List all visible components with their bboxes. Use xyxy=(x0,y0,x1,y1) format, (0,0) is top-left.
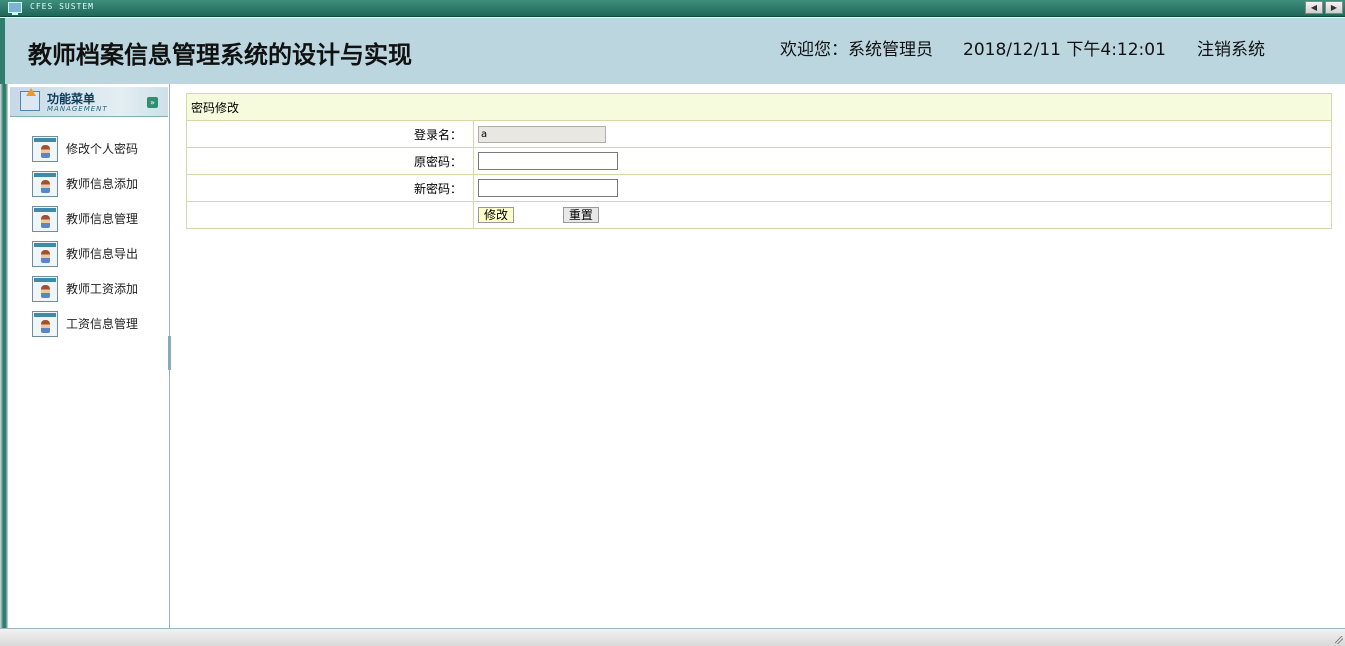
frame-edge xyxy=(0,84,8,629)
password-form: 密码修改 登录名： 原密码： 新密码： 修改 重置 xyxy=(186,93,1332,229)
login-name-field[interactable] xyxy=(478,125,606,143)
teacher-icon xyxy=(32,205,58,232)
current-datetime: 2018/12/11 下午4:12:01 xyxy=(963,40,1166,60)
submit-button[interactable]: 修改 xyxy=(478,207,515,223)
form-row: 登录名： xyxy=(186,120,1332,148)
sidebar-splitter[interactable] xyxy=(168,336,171,370)
old-password-label: 原密码： xyxy=(186,147,474,175)
page-header: 教师档案信息管理系统的设计与实现 欢迎您：系统管理员 2018/12/11 下午… xyxy=(0,18,1345,84)
teacher-icon xyxy=(32,135,58,162)
menu-item-label: 教师信息管理 xyxy=(66,212,139,226)
collapse-menu-icon[interactable]: » xyxy=(147,97,158,108)
arrow-right-icon[interactable]: ▶ xyxy=(1325,1,1343,14)
teacher-icon xyxy=(32,275,58,302)
arrow-left-icon[interactable]: ◀ xyxy=(1305,1,1323,14)
window-title-bar: CFES SUSTEM ◀ ▶ xyxy=(0,0,1345,17)
menu-header: 功能菜单 MANAGEMENT » xyxy=(10,87,168,117)
window-nav-arrows: ◀ ▶ xyxy=(1305,1,1343,14)
form-row: 原密码： xyxy=(186,147,1332,175)
form-row: 新密码： xyxy=(186,174,1332,202)
logout-link[interactable]: 注销系统 xyxy=(1197,35,1265,60)
menu-item-teacher-manage[interactable]: 教师信息管理 xyxy=(32,201,138,236)
sidebar: 功能菜单 MANAGEMENT » 修改个人密码 教师信息添加 教师信息管理 教… xyxy=(10,84,170,629)
old-password-field[interactable] xyxy=(478,152,618,170)
menu-item-label: 工资信息管理 xyxy=(66,317,139,331)
menu-item-label: 教师信息添加 xyxy=(66,177,139,191)
teacher-icon xyxy=(32,170,58,197)
main-content: 密码修改 登录名： 原密码： 新密码： 修改 重置 xyxy=(186,93,1332,229)
menu-subtitle: MANAGEMENT xyxy=(47,105,108,113)
menu-item-label: 修改个人密码 xyxy=(66,142,139,156)
teacher-icon xyxy=(32,310,58,337)
login-name-label: 登录名： xyxy=(186,120,474,148)
menu-home-icon xyxy=(20,88,40,111)
login-name-cell xyxy=(473,120,1332,148)
resize-grip-icon[interactable] xyxy=(1335,636,1343,644)
status-bar xyxy=(0,628,1345,646)
welcome-text: 欢迎您：系统管理员 xyxy=(780,40,933,60)
new-password-cell xyxy=(473,174,1332,202)
menu-item-change-password[interactable]: 修改个人密码 xyxy=(32,131,138,166)
menu-item-label: 教师信息导出 xyxy=(66,247,139,261)
new-password-label: 新密码： xyxy=(186,174,474,202)
menu-list: 修改个人密码 教师信息添加 教师信息管理 教师信息导出 教师工资添加 工资信息管… xyxy=(32,131,138,341)
new-password-field[interactable] xyxy=(478,179,618,197)
menu-item-teacher-export[interactable]: 教师信息导出 xyxy=(32,236,138,271)
system-title: CFES SUSTEM xyxy=(30,2,94,11)
reset-button[interactable]: 重置 xyxy=(562,207,599,223)
frame-edge xyxy=(0,18,5,84)
menu-item-label: 教师工资添加 xyxy=(66,282,139,296)
menu-item-teacher-add[interactable]: 教师信息添加 xyxy=(32,166,138,201)
button-cell: 修改 重置 xyxy=(473,201,1332,229)
teacher-icon xyxy=(32,240,58,267)
form-row: 修改 重置 xyxy=(186,201,1332,229)
empty-label-cell xyxy=(186,201,474,229)
menu-item-salary-add[interactable]: 教师工资添加 xyxy=(32,271,138,306)
computer-icon xyxy=(8,2,22,15)
old-password-cell xyxy=(473,147,1332,175)
page-title: 教师档案信息管理系统的设计与实现 xyxy=(28,41,412,69)
menu-item-salary-manage[interactable]: 工资信息管理 xyxy=(32,306,138,341)
form-caption-row: 密码修改 xyxy=(186,93,1332,121)
form-caption: 密码修改 xyxy=(186,93,1332,121)
